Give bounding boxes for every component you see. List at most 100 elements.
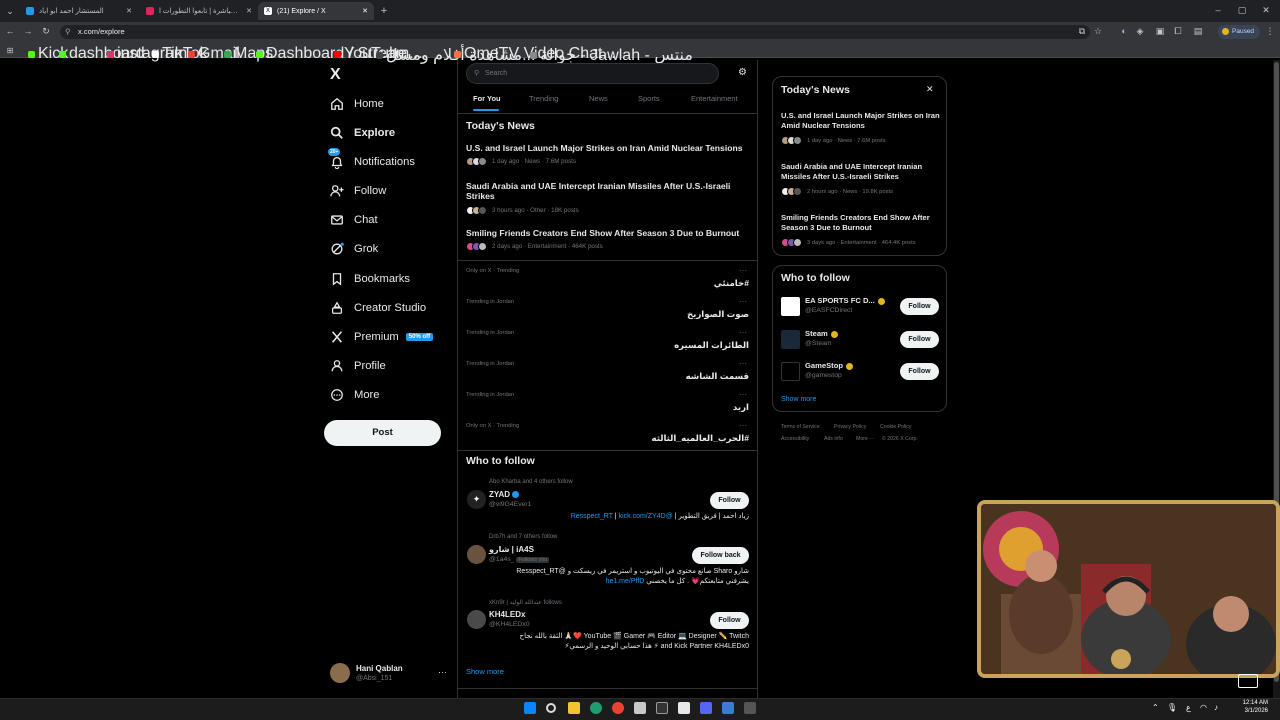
news-title[interactable]: U.S. and Israel Launch Major Strikes on … bbox=[466, 143, 746, 153]
file-explorer-icon[interactable] bbox=[568, 702, 580, 714]
sidebar-item-premium[interactable]: Premium 50% off bbox=[330, 325, 434, 349]
app-icon[interactable] bbox=[744, 702, 756, 714]
search-input[interactable]: ⚲ Search bbox=[466, 63, 719, 84]
avatar[interactable]: ✦ bbox=[467, 490, 486, 509]
trend-tag[interactable]: اربد bbox=[560, 402, 749, 413]
settings-gear-icon[interactable]: ⚙ bbox=[738, 67, 747, 78]
footer-link[interactable]: More ··· bbox=[856, 436, 874, 442]
news-title[interactable]: Smiling Friends Creators End Show After … bbox=[466, 228, 746, 238]
bookmark-item[interactable]: جوالة - Jawlah - منتس bbox=[530, 45, 693, 65]
sidebar-news-title[interactable]: Smiling Friends Creators End Show After … bbox=[781, 213, 941, 233]
follow-suggestion[interactable]: Abo Kharba and 4 others follow ✦ ZYAD @v… bbox=[458, 476, 757, 528]
trend-more-icon[interactable]: ··· bbox=[739, 390, 747, 399]
sidebar-item-follow[interactable]: Follow bbox=[330, 179, 386, 203]
new-tab-icon[interactable]: + bbox=[378, 4, 390, 18]
trend-more-icon[interactable]: ··· bbox=[739, 359, 747, 368]
sidebar-item-more[interactable]: More bbox=[330, 383, 380, 407]
sidebar-icon[interactable]: ▤ bbox=[1192, 24, 1204, 38]
taskbar-clock[interactable]: 12:14 AM 3/1/2026 bbox=[1228, 699, 1268, 715]
sidebar-item-grok[interactable]: Grok bbox=[330, 237, 378, 261]
app-icon[interactable] bbox=[656, 702, 668, 714]
back-icon[interactable]: ← bbox=[4, 24, 16, 38]
tray-overflow-icon[interactable]: ⌃ bbox=[1152, 703, 1159, 712]
browser-tab-2[interactable]: تغطية مباشرة | تابعوا التطورات ا.. ✕ bbox=[140, 2, 258, 20]
trend-more-icon[interactable]: ··· bbox=[739, 421, 747, 430]
maximize-icon[interactable]: ▢ bbox=[1236, 3, 1248, 17]
follow-suggestion[interactable]: Drb7h and 7 others follow شارو | iA4S @1… bbox=[458, 531, 757, 591]
minimize-icon[interactable]: – bbox=[1212, 3, 1224, 17]
follow-button[interactable]: Follow bbox=[710, 492, 749, 509]
account-more-icon[interactable]: ··· bbox=[438, 667, 447, 677]
sidebar-show-more-link[interactable]: Show more bbox=[781, 396, 816, 403]
news-title[interactable]: Saudi Arabia and UAE Intercept Iranian M… bbox=[466, 181, 746, 201]
start-windows-icon[interactable] bbox=[524, 702, 536, 714]
volume-icon[interactable]: ♪ bbox=[1214, 703, 1218, 712]
follow-button[interactable]: Follow bbox=[900, 331, 939, 348]
trend-tag[interactable]: قسمت الشاشه bbox=[560, 371, 749, 382]
sidebar-item-chat[interactable]: Chat bbox=[330, 208, 378, 232]
tab-close-icon[interactable]: ✕ bbox=[126, 7, 132, 15]
trend-tag[interactable]: #خامنئي bbox=[560, 278, 749, 289]
extension-icon[interactable]: ◐ bbox=[1118, 24, 1130, 38]
sidebar-item-home[interactable]: Home bbox=[330, 92, 384, 116]
avatar[interactable] bbox=[781, 362, 800, 381]
footer-link[interactable]: Terms of Service bbox=[781, 424, 820, 430]
tab-close-icon[interactable]: ✕ bbox=[246, 7, 252, 15]
follow-suggestion[interactable]: xKn9r | عبدالله الوليد follows KH4LEDx @… bbox=[458, 596, 757, 656]
bio-link[interactable]: kick.com/ZY4D bbox=[619, 513, 666, 520]
microphone-icon[interactable]: 🎙 bbox=[1167, 703, 1177, 712]
trend-tag[interactable]: #الحرب_العالميه_الثالثه bbox=[560, 433, 750, 444]
tab-search-icon[interactable]: ⌄ bbox=[4, 4, 16, 18]
taskbar-search-icon[interactable] bbox=[546, 703, 556, 713]
avatar[interactable] bbox=[781, 330, 800, 349]
trend-more-icon[interactable]: ··· bbox=[739, 266, 747, 275]
tab-sports[interactable]: Sports bbox=[638, 94, 660, 103]
browser-tab-1[interactable]: المستشار احمد ابو اياد ✕ bbox=[20, 2, 138, 20]
footer-link[interactable]: Privacy Policy bbox=[834, 424, 866, 430]
footer-link[interactable]: Ads info bbox=[824, 436, 843, 442]
follow-button[interactable]: Follow bbox=[900, 363, 939, 380]
tab-for-you[interactable]: For You bbox=[473, 94, 501, 103]
install-app-icon[interactable]: ⧉ bbox=[1076, 24, 1088, 38]
tab-trending[interactable]: Trending bbox=[529, 94, 558, 103]
tab-news[interactable]: News bbox=[589, 94, 608, 103]
footer-link[interactable]: Cookie Policy bbox=[880, 424, 911, 430]
trend-more-icon[interactable]: ··· bbox=[739, 328, 747, 337]
avatar[interactable] bbox=[781, 297, 800, 316]
sidebar-item-notifications[interactable]: Notifications 20+ bbox=[328, 148, 415, 174]
profile-paused-button[interactable]: Paused bbox=[1218, 25, 1260, 39]
sidebar-item-creator-studio[interactable]: Creator Studio bbox=[330, 296, 426, 320]
chrome-icon[interactable] bbox=[612, 702, 624, 714]
extension-icon[interactable]: ▣ bbox=[1154, 24, 1166, 38]
bio-link[interactable]: he1.me/PffD bbox=[606, 578, 645, 585]
menu-kebab-icon[interactable]: ⋮ bbox=[1264, 24, 1276, 38]
follow-button[interactable]: Follow bbox=[710, 612, 749, 629]
edge-icon[interactable] bbox=[590, 702, 602, 714]
sidebar-news-title[interactable]: U.S. and Israel Launch Major Strikes on … bbox=[781, 111, 941, 131]
follow-button[interactable]: Follow bbox=[900, 298, 939, 315]
discord-icon[interactable] bbox=[700, 702, 712, 714]
sidebar-news-title[interactable]: Saudi Arabia and UAE Intercept Iranian M… bbox=[781, 162, 941, 182]
follow-back-button[interactable]: Follow back bbox=[692, 547, 749, 564]
tab-entertainment[interactable]: Entertainment bbox=[691, 94, 738, 103]
account-avatar[interactable] bbox=[330, 663, 350, 683]
avatar[interactable] bbox=[467, 610, 486, 629]
x-logo-icon[interactable]: X bbox=[330, 66, 341, 84]
trend-tag[interactable]: صوت الصواريخ bbox=[560, 309, 749, 320]
telegram-icon[interactable] bbox=[722, 702, 734, 714]
window-close-icon[interactable]: ✕ bbox=[1260, 3, 1272, 17]
footer-link[interactable]: Accessibility bbox=[781, 436, 809, 442]
wifi-icon[interactable]: ◠ bbox=[1200, 703, 1207, 712]
extension-icon[interactable]: ◈ bbox=[1134, 24, 1146, 38]
close-icon[interactable]: ✕ bbox=[926, 84, 934, 95]
site-info-icon[interactable]: ⚲ bbox=[65, 25, 71, 39]
sidebar-item-explore[interactable]: Explore bbox=[330, 121, 395, 145]
bookmark-star-icon[interactable]: ☆ bbox=[1092, 24, 1104, 38]
tab-close-icon[interactable]: ✕ bbox=[362, 7, 368, 15]
trend-tag[interactable]: الطائرات المسيره bbox=[560, 340, 749, 351]
avatar[interactable] bbox=[467, 545, 486, 564]
trend-more-icon[interactable]: ··· bbox=[739, 297, 747, 306]
sidebar-item-profile[interactable]: Profile bbox=[330, 354, 386, 378]
address-bar[interactable]: ⚲ x.com/explore bbox=[60, 25, 1090, 39]
sidebar-item-bookmarks[interactable]: Bookmarks bbox=[330, 267, 410, 291]
